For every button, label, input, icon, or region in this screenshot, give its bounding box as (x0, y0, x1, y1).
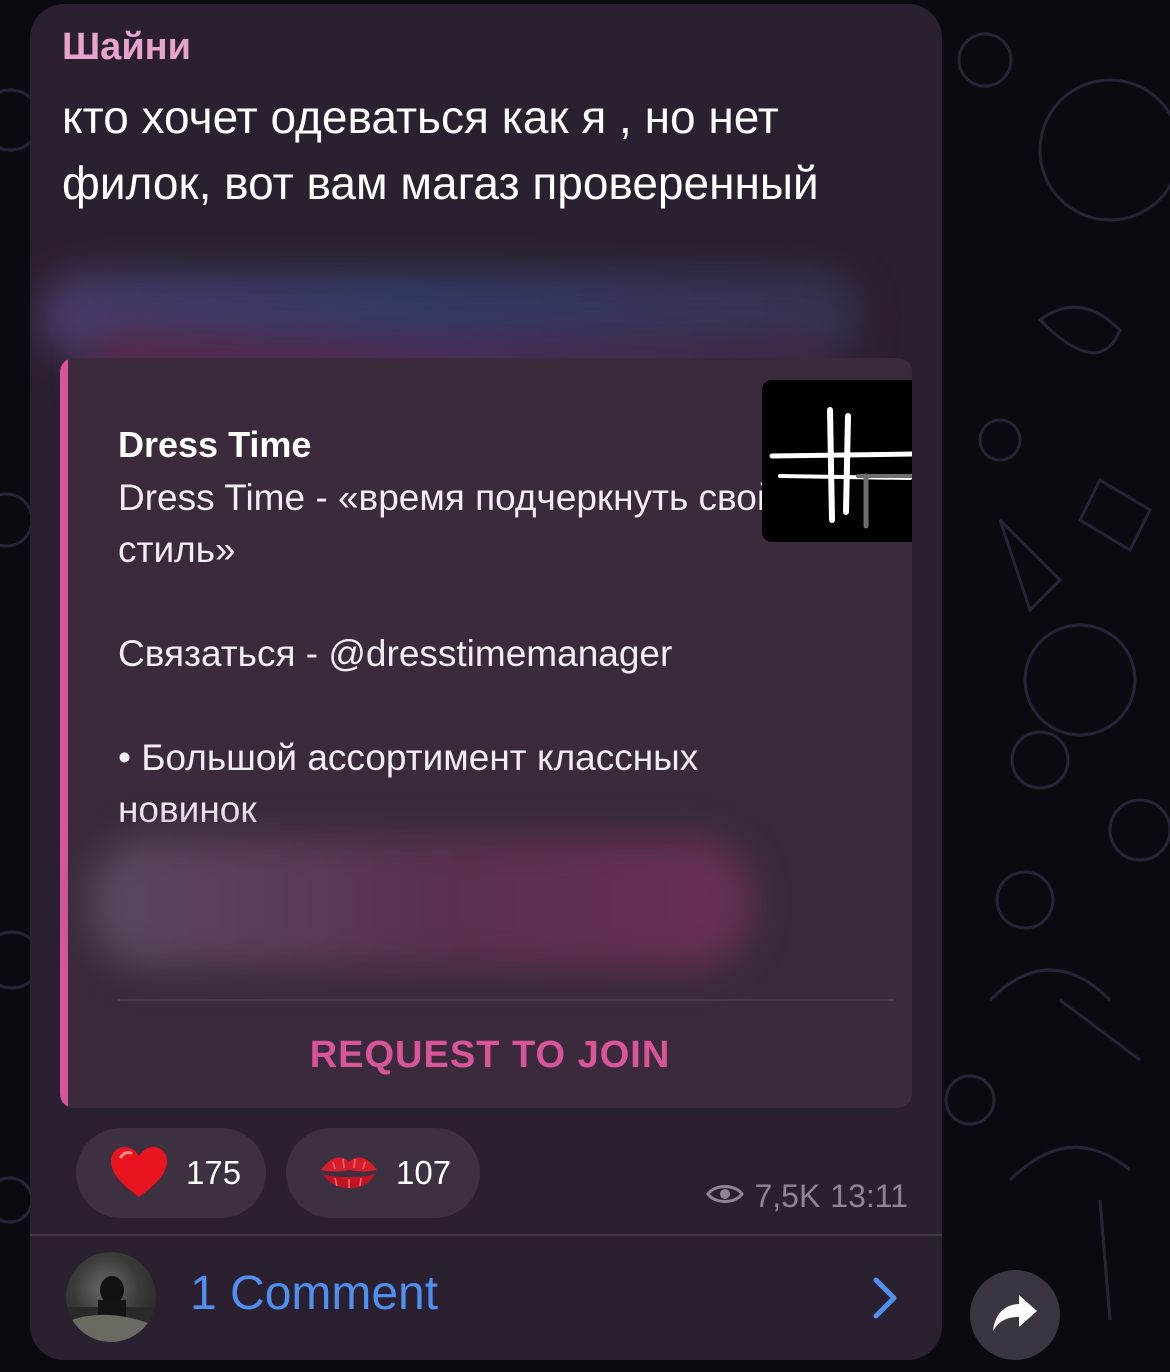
view-count: 7,5K (754, 1178, 821, 1214)
share-button[interactable] (970, 1270, 1060, 1360)
channel-description: Dress Time - «время подчеркнуть свой сти… (118, 477, 778, 830)
reaction-count: 175 (186, 1154, 242, 1191)
sender-name[interactable]: Шайни (62, 26, 191, 69)
reaction-count: 107 (396, 1154, 452, 1191)
eye-icon (706, 1178, 745, 1215)
channel-logo-icon (762, 380, 912, 542)
channel-title: Dress Time (118, 424, 312, 465)
message-text: кто хочет одеваться как я , но нет филок… (62, 91, 819, 209)
kiss-mark-icon (316, 1140, 382, 1206)
message-meta: 7,5K 13:11 (706, 1178, 908, 1215)
redacted-blur-bottom (90, 838, 750, 968)
comments-link[interactable]: 1 Comment (190, 1266, 438, 1321)
share-arrow-icon (991, 1293, 1039, 1338)
card-divider (118, 999, 894, 1001)
commenter-avatar (66, 1252, 156, 1342)
card-accent-bar (60, 358, 68, 1108)
channel-preview-card[interactable]: Dress Time Dress Time - «время подчеркну… (60, 358, 912, 1108)
message-bubble: Шайни кто хочет одеваться как я , но нет… (30, 4, 942, 1360)
comments-divider (30, 1234, 942, 1236)
chevron-right-icon[interactable] (870, 1276, 900, 1320)
red-heart-icon (106, 1140, 172, 1206)
request-to-join-button[interactable]: REQUEST TO JOIN (68, 1018, 912, 1092)
message-time: 13:11 (830, 1178, 908, 1214)
reaction-kiss[interactable]: 107 (286, 1128, 480, 1218)
reaction-heart[interactable]: 175 (76, 1128, 266, 1218)
